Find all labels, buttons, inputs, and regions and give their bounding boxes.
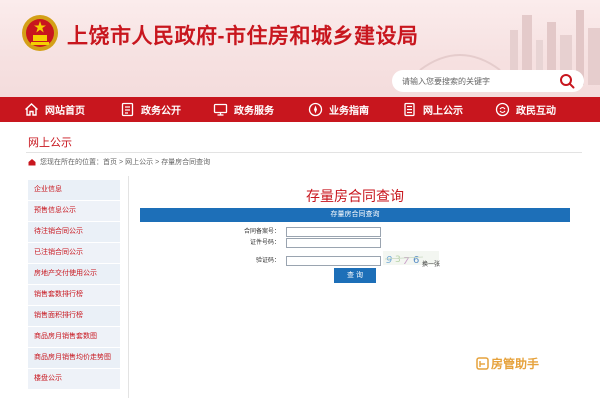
monitor-icon: [213, 102, 228, 117]
nav-item-label: 政务服务: [234, 106, 274, 117]
contract-number-field[interactable]: [286, 227, 381, 237]
query-button[interactable]: 查 询: [334, 268, 376, 283]
breadcrumb: 您现在所在的位置： 首页 > 网上公示 > 存量房合同查询: [28, 157, 210, 167]
refresh-captcha-link[interactable]: 换一张: [422, 259, 440, 268]
chat-icon: [495, 102, 510, 117]
nav-item-guide[interactable]: 业务指南: [308, 97, 369, 122]
sidebar-item-cancelled-contracts[interactable]: 已注销合同公示: [28, 243, 120, 264]
id-number-field[interactable]: [286, 238, 381, 248]
home-icon: [24, 102, 39, 117]
svg-text:9: 9: [386, 255, 392, 266]
nav-item-label: 网站首页: [45, 106, 85, 117]
breadcrumb-notice-link[interactable]: 网上公示: [125, 157, 153, 167]
sidebar-item-sales-area-ranking[interactable]: 销售面积排行榜: [28, 306, 120, 327]
main-nav: 网站首页 政务公开 政务服务 业务指南 网上公示 政民互动: [0, 97, 600, 122]
sidebar-menu: 企业信息 预售信息公示 待注销合同公示 已注销合同公示 房地产交付使用公示 销售…: [28, 180, 120, 390]
sidebar-item-monthly-sales-count-chart[interactable]: 商品房月销售套数图: [28, 327, 120, 348]
breadcrumb-separator: >: [155, 158, 160, 166]
sidebar-item-monthly-price-trend-chart[interactable]: 商品房月销售均价走势图: [28, 348, 120, 369]
watermark-text: 房管助手: [491, 357, 540, 371]
form-header-bar: 存量房合同查询: [140, 208, 570, 222]
svg-text:3: 3: [395, 255, 401, 265]
id-number-row: 证件号码：: [200, 238, 500, 248]
notice-icon: [402, 102, 417, 117]
breadcrumb-home-link[interactable]: 首页: [103, 157, 117, 167]
section-title: 网上公示: [28, 137, 72, 149]
search-icon[interactable]: [558, 72, 576, 90]
nav-item-label: 业务指南: [329, 106, 369, 117]
sidebar-item-pending-cancel-contracts[interactable]: 待注销合同公示: [28, 222, 120, 243]
home-icon: [28, 158, 36, 166]
sidebar-item-sales-count-ranking[interactable]: 销售套数排行榜: [28, 285, 120, 306]
divider: [128, 176, 129, 398]
captcha-label: 验证码：: [255, 258, 280, 264]
breadcrumb-separator: >: [119, 158, 124, 166]
sidebar-item-delivery-notice[interactable]: 房地产交付使用公示: [28, 264, 120, 285]
nav-item-public-notice[interactable]: 网上公示: [402, 97, 463, 122]
nav-item-label: 网上公示: [423, 106, 463, 117]
nav-item-label: 政务公开: [141, 106, 181, 117]
captcha-row: 验证码：: [200, 256, 500, 266]
divider: [26, 152, 582, 153]
contract-number-row: 合同备案号：: [200, 227, 500, 237]
sidebar-item-enterprise-info[interactable]: 企业信息: [28, 180, 120, 201]
assistant-logo-icon: [476, 357, 489, 370]
compass-icon: [308, 102, 323, 117]
breadcrumb-current: 存量房合同查询: [161, 159, 211, 166]
site-title: 上饶市人民政府-市住房和城乡建设局: [67, 25, 419, 48]
nav-item-services[interactable]: 政务服务: [213, 97, 274, 122]
search-input[interactable]: [402, 73, 552, 89]
nav-item-interaction[interactable]: 政民互动: [495, 97, 556, 122]
id-number-label: 证件号码：: [249, 240, 280, 246]
breadcrumb-prefix: 您现在所在的位置：: [40, 159, 103, 166]
nav-item-government-affairs[interactable]: 政务公开: [120, 97, 181, 122]
nav-item-home[interactable]: 网站首页: [24, 97, 85, 122]
sidebar-item-project-notice[interactable]: 楼盘公示: [28, 369, 120, 390]
contract-number-label: 合同备案号：: [243, 229, 280, 235]
svg-text:6: 6: [413, 255, 419, 266]
site-header: 上饶市人民政府-市住房和城乡建设局: [0, 0, 600, 97]
document-icon: [120, 102, 135, 117]
sidebar-item-presale-info[interactable]: 预售信息公示: [28, 201, 120, 222]
captcha-field[interactable]: [286, 256, 381, 266]
page-title: 存量房合同查询: [306, 188, 404, 204]
nav-item-label: 政民互动: [516, 106, 556, 117]
national-emblem-icon: [22, 15, 58, 51]
search-box: [392, 70, 584, 92]
watermark: 房管助手: [476, 355, 539, 372]
